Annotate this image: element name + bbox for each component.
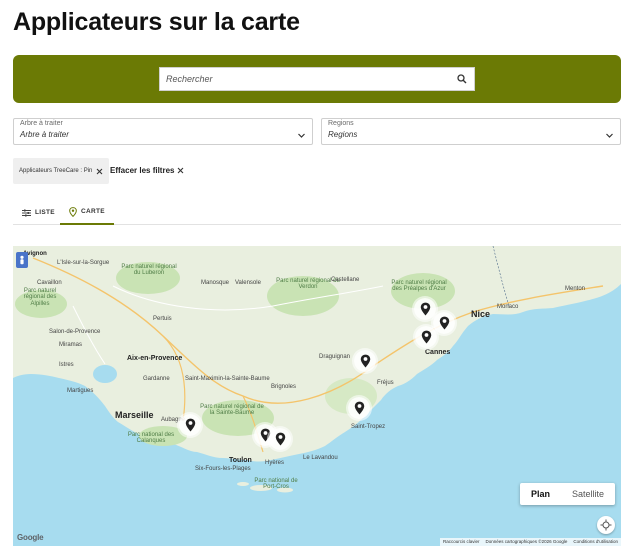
close-icon [178, 167, 184, 174]
map-pin-icon [69, 206, 77, 217]
search-icon[interactable] [450, 68, 474, 90]
active-filter-label: Applicateurs TreeCare : Pin [19, 168, 93, 174]
map-label-pnr-alpilles: Parc naturel régional des Alpilles [23, 288, 57, 307]
recenter-button[interactable] [597, 516, 615, 534]
map-label-frejus: Fréjus [377, 380, 394, 386]
chevron-down-icon [297, 127, 306, 145]
map-label-hyeres: Hyères [265, 460, 285, 466]
tab-liste[interactable]: LISTE [13, 200, 64, 225]
map-label-six-fours: Six-Fours-les-Plages [195, 466, 251, 472]
map-label-pnr-luberon: Parc naturel régional du Luberon [121, 264, 177, 277]
map-marker-icon [421, 330, 431, 344]
tab-carte[interactable]: CARTE [60, 200, 114, 225]
map-marker-icon [360, 354, 370, 368]
map-label-pnr-prealpes: Parc naturel régional des Préalpes d'Azu… [391, 280, 447, 293]
map-label-saint-maximin: Saint-Maximin-la-Sainte-Baume [185, 376, 270, 382]
map-label-istres: Istres [59, 362, 74, 368]
tab-carte-label: CARTE [81, 208, 105, 215]
map-label-pnr-sainte-baume: Parc naturel régional de la Sainte-Baume [200, 404, 264, 417]
crosshair-icon [600, 519, 612, 531]
arbre-select-label: Arbre à traiter [20, 120, 63, 127]
tab-liste-label: LISTE [35, 209, 55, 216]
map-label-castellane: Castellane [331, 277, 360, 283]
map-label-gardanne: Gardanne [143, 376, 170, 382]
map-label-miramas: Miramas [59, 342, 83, 348]
map-label-pn-port-cros: Parc national de Port-Cros [254, 478, 298, 491]
clear-filters-button[interactable]: Effacer les filtres [110, 166, 184, 175]
search-band [13, 55, 621, 103]
map-marker-icon [420, 302, 430, 316]
applicator-pin[interactable] [414, 298, 436, 320]
map-marker-icon [275, 432, 285, 446]
map-label-menton: Menton [565, 286, 586, 292]
map-type-control: Plan Satellite [520, 483, 616, 505]
google-logo: Google [17, 533, 44, 542]
map-marker-icon [185, 418, 195, 432]
map-data-copyright: Données cartographiques ©2026 Google [485, 539, 568, 544]
active-filter-chip: Applicateurs TreeCare : Pin [13, 158, 110, 184]
applicator-pin[interactable] [354, 350, 376, 372]
search-input[interactable] [160, 68, 450, 90]
page-title: Applicateurs sur la carte [13, 8, 300, 36]
map-attribution: Raccourcis clavier Données cartographiqu… [439, 538, 621, 546]
map-label-draguignan: Draguignan [319, 354, 351, 360]
map-label-toulon: Toulon [229, 457, 252, 464]
chevron-down-icon [605, 127, 614, 145]
map-type-plan-button[interactable]: Plan [520, 483, 561, 505]
map-label-martigues: Martigues [67, 388, 94, 394]
map-label-salon: Salon-de-Provence [49, 329, 101, 335]
map-label-isle: L'Isle-sur-la-Sorgue [57, 260, 110, 266]
keyboard-shortcuts-link[interactable]: Raccourcis clavier [443, 538, 480, 546]
remove-filter-close-icon[interactable] [96, 162, 103, 180]
view-tabs: LISTE CARTE [13, 200, 621, 225]
map-label-manosque: Manosque [201, 280, 230, 286]
search-box [159, 67, 475, 91]
arbre-select[interactable]: Arbre à traiter Arbre à traiter [13, 118, 313, 145]
street-view-button[interactable] [16, 252, 28, 268]
regions-select-value: Regions [328, 130, 358, 139]
applicator-pin[interactable] [269, 428, 291, 450]
map-label-aix: Aix-en-Provence [127, 355, 183, 362]
applicator-pin[interactable] [179, 414, 201, 436]
applicator-pin[interactable] [348, 397, 370, 419]
map-label-brignoles: Brignoles [271, 384, 297, 390]
regions-select[interactable]: Regions Regions [321, 118, 621, 145]
map-label-cannes: Cannes [425, 349, 451, 356]
map-marker-icon [439, 316, 449, 330]
map-label-pertuis: Pertuis [153, 316, 172, 322]
regions-select-label: Regions [328, 120, 354, 127]
map-type-satellite-button[interactable]: Satellite [561, 483, 615, 505]
applicator-pin[interactable] [433, 312, 455, 334]
map-marker-icon [354, 401, 364, 415]
map-label-saint-tropez: Saint-Tropez [351, 424, 386, 430]
map-label-pn-calanques: Parc national des Calanques [127, 432, 175, 445]
applicator-pin[interactable] [415, 326, 437, 348]
clear-filters-label: Effacer les filtres [110, 166, 175, 175]
map-label-cavaillon: Cavaillon [37, 280, 62, 286]
map-label-monaco: Monaco [497, 304, 519, 310]
map-label-nice: Nice [471, 309, 491, 319]
pegman-icon [20, 255, 24, 265]
map-view[interactable]: Avignon L'Isle-sur-la-Sorgue Cavaillon P… [13, 246, 621, 546]
list-filter-icon [22, 209, 31, 216]
map-label-marseille: Marseille [115, 410, 154, 420]
map-label-valensole: Valensole [235, 280, 261, 286]
arbre-select-value: Arbre à traiter [20, 130, 69, 139]
map-label-le-lavandou: Le Lavandou [303, 455, 338, 461]
terms-link[interactable]: Conditions d'utilisation [573, 538, 618, 546]
